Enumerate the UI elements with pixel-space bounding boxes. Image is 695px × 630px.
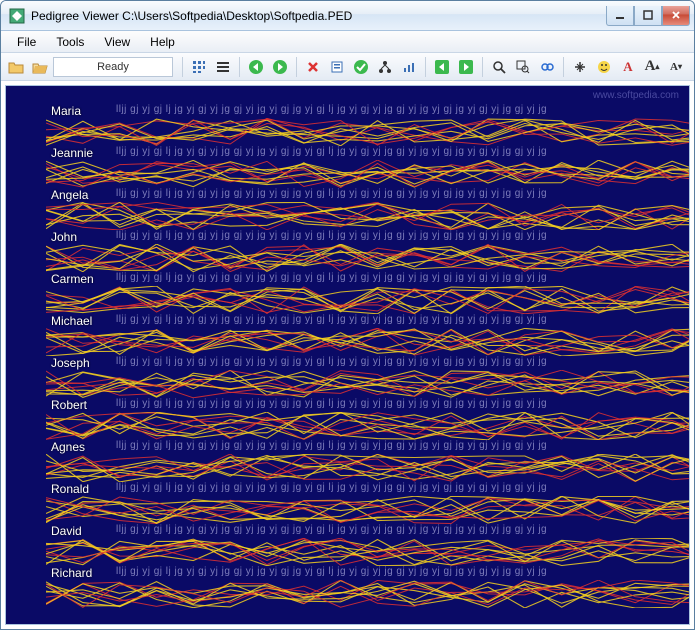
row-names-blur: lljj gj yj gj lj jg yj gj yj jg gj yj jg… — [116, 104, 679, 118]
pedigree-row: Robert lljj gj yj gj lj jg yj gj yj jg gj… — [26, 398, 689, 438]
open-file-icon[interactable] — [29, 56, 51, 78]
menu-file[interactable]: File — [7, 33, 46, 51]
app-icon — [9, 8, 25, 24]
pedigree-row: Angela lljj gj yj gj lj jg yj gj yj jg gj… — [26, 188, 689, 228]
row-label: Carmen — [51, 272, 94, 286]
pedigree-canvas[interactable]: www.softpedia.com Maria lljj gj yj gj lj … — [5, 85, 690, 625]
row-names-blur: lljj gj yj gj lj jg yj gj yj jg gj yj jg… — [116, 566, 679, 580]
watermark-text: www.softpedia.com — [593, 90, 679, 101]
row-names-blur: lljj gj yj gj lj jg yj gj yj jg gj yj jg… — [116, 356, 679, 370]
pedigree-row: John lljj gj yj gj lj jg yj gj yj jg gj y… — [26, 230, 689, 270]
row-label: Joseph — [51, 356, 90, 370]
maximize-button[interactable] — [634, 6, 662, 26]
pedigree-row: Maria lljj gj yj gj lj jg yj gj yj jg gj … — [26, 104, 689, 144]
row-names-blur: lljj gj yj gj lj jg yj gj yj jg gj yj jg… — [116, 146, 679, 160]
toolbar-separator — [425, 57, 426, 77]
find-icon[interactable] — [536, 56, 558, 78]
grid-icon[interactable] — [188, 56, 210, 78]
nav-back-icon[interactable] — [245, 56, 267, 78]
row-label: Angela — [51, 188, 88, 202]
row-names-blur: lljj gj yj gj lj jg yj gj yj jg gj yj jg… — [116, 398, 679, 412]
pedigree-row: Michael lljj gj yj gj lj jg yj gj yj jg g… — [26, 314, 689, 354]
toolbar-separator — [563, 57, 564, 77]
row-label: Maria — [51, 104, 81, 118]
font-increase-icon[interactable]: A▴ — [641, 56, 663, 78]
titlebar: Pedigree Viewer C:\Users\Softpedia\Deskt… — [1, 1, 694, 31]
list-icon[interactable] — [212, 56, 234, 78]
pedigree-row: Agnes lljj gj yj gj lj jg yj gj yj jg gj … — [26, 440, 689, 480]
window-title: Pedigree Viewer C:\Users\Softpedia\Deskt… — [31, 9, 606, 23]
row-label: Robert — [51, 398, 87, 412]
zoom-window-icon[interactable] — [512, 56, 534, 78]
row-names-blur: lljj gj yj gj lj jg yj gj yj jg gj yj jg… — [116, 482, 679, 496]
row-label: David — [51, 524, 82, 538]
row-names-blur: lljj gj yj gj lj jg yj gj yj jg gj yj jg… — [116, 314, 679, 328]
row-label: Richard — [51, 566, 92, 580]
pedigree-row: Richard lljj gj yj gj lj jg yj gj yj jg g… — [26, 566, 689, 606]
row-label: Agnes — [51, 440, 85, 454]
menu-help[interactable]: Help — [140, 33, 185, 51]
close-button[interactable] — [662, 6, 690, 26]
toolbar-separator — [482, 57, 483, 77]
row-names-blur: lljj gj yj gj lj jg yj gj yj jg gj yj jg… — [116, 230, 679, 244]
highlight-icon[interactable] — [593, 56, 615, 78]
row-label: Ronald — [51, 482, 89, 496]
pedigree-row: Ronald lljj gj yj gj lj jg yj gj yj jg gj… — [26, 482, 689, 522]
status-text: Ready — [97, 61, 129, 73]
move-right-icon[interactable] — [455, 56, 477, 78]
menubar: File Tools View Help — [1, 31, 694, 53]
tree-icon[interactable] — [374, 56, 396, 78]
check-icon[interactable] — [350, 56, 372, 78]
row-names-blur: lljj gj yj gj lj jg yj gj yj jg gj yj jg… — [116, 272, 679, 286]
zoom-icon[interactable] — [488, 56, 510, 78]
pedigree-row: Carmen lljj gj yj gj lj jg yj gj yj jg gj… — [26, 272, 689, 312]
row-label: Jeannie — [51, 146, 93, 160]
minimize-button[interactable] — [606, 6, 634, 26]
new-folder-icon[interactable] — [5, 56, 27, 78]
chart-icon[interactable] — [398, 56, 420, 78]
row-label: Michael — [51, 314, 92, 328]
window-controls — [606, 6, 690, 26]
nav-forward-icon[interactable] — [269, 56, 291, 78]
toolbar-separator — [296, 57, 297, 77]
menu-view[interactable]: View — [94, 33, 140, 51]
font-decrease-icon[interactable]: A▾ — [665, 56, 687, 78]
pedigree-row: Jeannie lljj gj yj gj lj jg yj gj yj jg g… — [26, 146, 689, 186]
expand-icon[interactable] — [569, 56, 591, 78]
delete-icon[interactable] — [302, 56, 324, 78]
pedigree-row: David lljj gj yj gj lj jg yj gj yj jg gj … — [26, 524, 689, 564]
toolbar: Ready — [1, 53, 694, 81]
toolbar-separator — [239, 57, 240, 77]
row-names-blur: lljj gj yj gj lj jg yj gj yj jg gj yj jg… — [116, 524, 679, 538]
row-label: John — [51, 230, 77, 244]
toolbar-separator — [182, 57, 183, 77]
row-names-blur: lljj gj yj gj lj jg yj gj yj jg gj yj jg… — [116, 440, 679, 454]
pedigree-row: Joseph lljj gj yj gj lj jg yj gj yj jg gj… — [26, 356, 689, 396]
menu-tools[interactable]: Tools — [46, 33, 94, 51]
row-names-blur: lljj gj yj gj lj jg yj gj yj jg gj yj jg… — [116, 188, 679, 202]
status-box: Ready — [53, 57, 173, 77]
font-color-icon[interactable]: A — [617, 56, 639, 78]
app-window: Pedigree Viewer C:\Users\Softpedia\Deskt… — [0, 0, 695, 630]
properties-icon[interactable] — [326, 56, 348, 78]
move-left-icon[interactable] — [431, 56, 453, 78]
